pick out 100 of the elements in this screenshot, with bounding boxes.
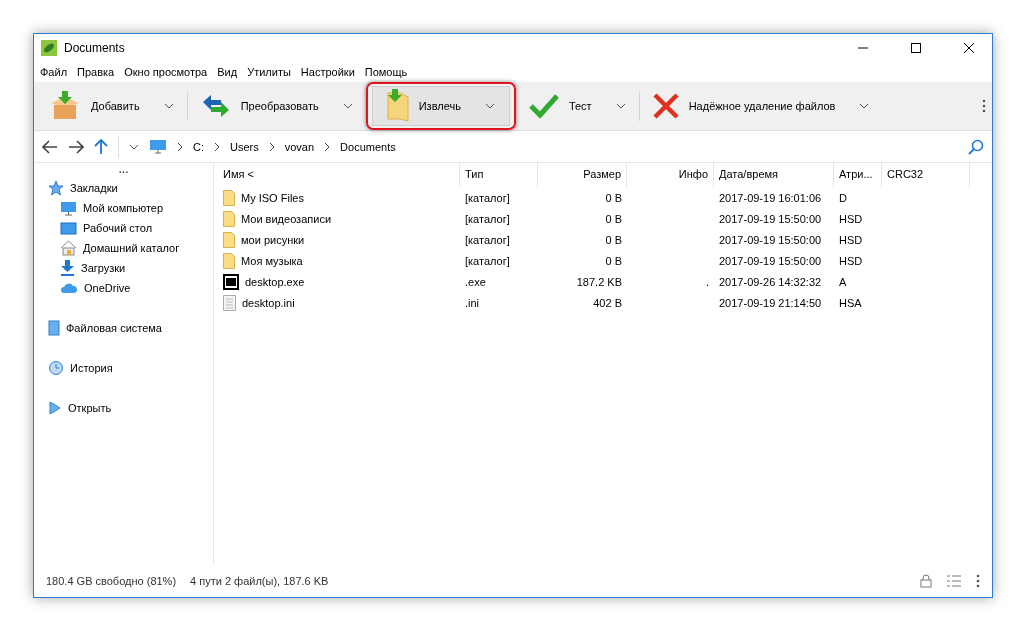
- toolbar-button[interactable]: Тест: [519, 86, 635, 126]
- file-name[interactable]: desktop.exe: [245, 275, 305, 288]
- table-cell: .exe: [465, 275, 486, 288]
- table-cell: [каталог]: [465, 212, 510, 225]
- sidebar-item[interactable]: Мой компьютер: [83, 202, 164, 214]
- cloud-icon: [60, 282, 78, 294]
- window-title: Documents: [64, 41, 125, 55]
- chevron-icon: [268, 141, 275, 152]
- breadcrumb[interactable]: vovan: [284, 140, 315, 153]
- table-cell: .ini: [465, 296, 480, 309]
- breadcrumb[interactable]: Users: [230, 140, 259, 153]
- column-header[interactable]: Тип: [460, 163, 538, 187]
- breadcrumb[interactable]: C:: [193, 140, 204, 153]
- desktop-icon: [60, 221, 77, 235]
- play-icon: [48, 401, 62, 415]
- table-cell: A: [839, 275, 847, 288]
- sidebar-item[interactable]: История: [70, 362, 113, 374]
- caret-icon: [859, 103, 870, 109]
- cross-icon: [652, 93, 679, 119]
- caret-icon: [484, 103, 495, 109]
- close-icon[interactable]: [963, 42, 975, 54]
- table-cell: .: [705, 275, 709, 288]
- computer-icon: [149, 138, 167, 155]
- menu-item[interactable]: Утилиты: [247, 66, 291, 78]
- more-options-icon[interactable]: [976, 573, 980, 588]
- caret-icon: [342, 103, 353, 109]
- app-logo-icon: [41, 40, 57, 56]
- column-header[interactable]: Инфо: [627, 163, 714, 187]
- file-name[interactable]: desktop.ini: [242, 296, 295, 309]
- folder-icon: [386, 89, 409, 123]
- clock-icon: [48, 360, 64, 376]
- menu-item[interactable]: Вид: [217, 66, 238, 78]
- lock-icon[interactable]: [920, 573, 932, 588]
- column-header[interactable]: CRC32: [882, 163, 970, 187]
- sidebar-item[interactable]: Закладки: [70, 182, 118, 194]
- table-cell: D: [839, 191, 847, 204]
- menu-item[interactable]: Окно просмотра: [124, 66, 208, 78]
- toolbar-button[interactable]: Добавить: [40, 86, 183, 126]
- menu-item[interactable]: Правка: [77, 66, 115, 78]
- table-cell: HSA: [839, 296, 862, 309]
- table-cell: 2017-09-19 21:14:50: [719, 296, 822, 309]
- table-cell: 2017-09-19 15:50:00: [719, 212, 822, 225]
- sidebar-item[interactable]: Загрузки: [81, 262, 126, 274]
- box-icon: [49, 91, 81, 121]
- table-cell: 0 B: [605, 233, 622, 246]
- chevron-icon: [324, 141, 331, 152]
- toolbar-button[interactable]: Преобразовать: [191, 86, 362, 126]
- table-cell: 2017-09-19 15:50:00: [719, 254, 822, 267]
- folder-icon: [223, 189, 235, 206]
- more-options-icon[interactable]: [982, 99, 986, 113]
- caret-icon[interactable]: [129, 143, 139, 150]
- computer-icon: [60, 200, 77, 216]
- table-cell: 2017-09-19 16:01:06: [719, 191, 822, 204]
- column-header[interactable]: Размер: [538, 163, 627, 187]
- search-icon[interactable]: [968, 138, 984, 155]
- menu-item[interactable]: Файл: [40, 66, 68, 78]
- table-cell: [каталог]: [465, 191, 510, 204]
- caret-icon: [163, 103, 174, 109]
- sidebar-item[interactable]: Открыть: [68, 402, 112, 414]
- status-text: 180.4 GB свободно (81%): [46, 574, 177, 587]
- table-cell: [каталог]: [465, 233, 510, 246]
- column-header[interactable]: Имя <: [218, 163, 460, 187]
- table-cell: [каталог]: [465, 254, 510, 267]
- file-name[interactable]: Моя музыка: [241, 254, 303, 267]
- house-icon: [60, 240, 77, 256]
- table-cell: 2017-09-26 14:32:32: [719, 275, 822, 288]
- back-arrow-icon[interactable]: [42, 139, 58, 154]
- text-file-icon: [223, 294, 236, 311]
- table-cell: 2017-09-19 15:50:00: [719, 233, 822, 246]
- toolbar-button[interactable]: Извлечь: [371, 86, 510, 126]
- up-arrow-icon[interactable]: [94, 138, 108, 155]
- download-icon: [60, 260, 75, 276]
- table-cell: 187.2 KB: [576, 275, 622, 288]
- file-name[interactable]: My ISO Files: [241, 191, 304, 204]
- caret-icon: [615, 103, 626, 109]
- file-name[interactable]: мои рисунки: [241, 233, 305, 246]
- more-dots[interactable]: ...: [118, 163, 129, 175]
- folder-icon: [223, 210, 235, 227]
- menu-item[interactable]: Настройки: [300, 66, 355, 78]
- sidebar-item[interactable]: Рабочий стол: [83, 222, 153, 234]
- chevron-icon: [177, 141, 183, 152]
- sidebar-item[interactable]: Домашний каталог: [83, 242, 180, 254]
- column-header[interactable]: Атри...: [834, 163, 882, 187]
- file-name[interactable]: Мои видеозаписи: [241, 212, 332, 225]
- table-cell: 0 B: [605, 254, 622, 267]
- folder-icon: [223, 252, 235, 269]
- sidebar-item[interactable]: Файловая система: [66, 322, 162, 334]
- check-icon: [528, 93, 559, 119]
- folder-icon: [223, 231, 235, 248]
- chevron-icon: [214, 141, 220, 152]
- breadcrumb[interactable]: Documents: [340, 140, 396, 153]
- sidebar-item[interactable]: OneDrive: [84, 282, 131, 294]
- maximize-icon[interactable]: [910, 42, 922, 54]
- menu-item[interactable]: Помощь: [364, 66, 408, 78]
- table-cell: HSD: [839, 212, 863, 225]
- drive-icon: [48, 320, 60, 336]
- toolbar-button[interactable]: Надёжное удаление файлов: [643, 86, 879, 126]
- forward-arrow-icon[interactable]: [68, 139, 84, 154]
- column-header[interactable]: Дата/время: [714, 163, 834, 187]
- table-cell: HSD: [839, 233, 863, 246]
